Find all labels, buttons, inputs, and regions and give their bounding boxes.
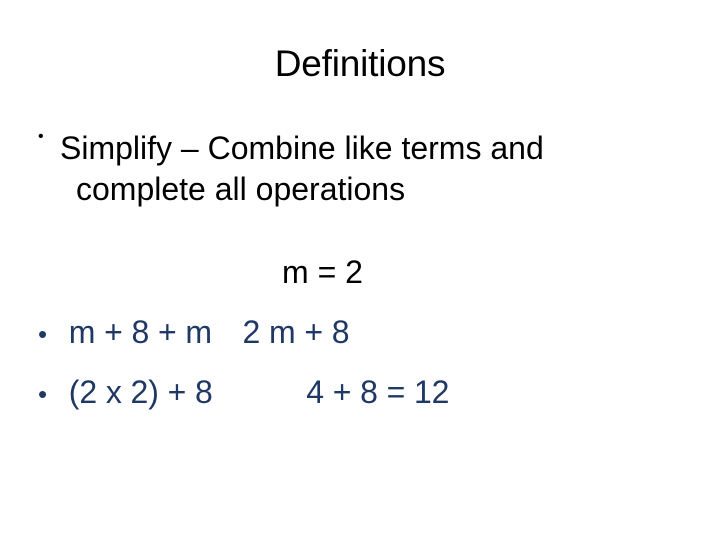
bullet-simplify-line-2: complete all operations <box>76 171 406 207</box>
bullet-dot-icon: • <box>38 379 48 409</box>
equation-m-equals-2: m = 2 <box>282 254 363 290</box>
expression-left: m + 8 + m <box>68 314 212 350</box>
substitution-expression: (2 x 2) + 8 <box>68 374 213 410</box>
bullet-item-substitution: • (2 x 2) + 8 4 + 8 = 12 <box>38 372 449 415</box>
page-title: Definitions <box>274 43 446 84</box>
bullet-dot-icon: • <box>38 319 48 349</box>
bullet-dot-icon: • <box>38 128 44 145</box>
substitution-result: 4 + 8 = 12 <box>306 374 450 410</box>
bullet-simplify-line-1: Simplify – Combine like terms and <box>60 130 544 166</box>
bullet-item-simplify: • Simplify – Combine like terms and comp… <box>38 128 698 210</box>
expression-right: 2 m + 8 <box>242 314 350 350</box>
bullet-item-expression: • m + 8 + m 2 m + 8 <box>38 312 350 355</box>
slide-canvas: Definitions • Simplify – Combine like te… <box>0 0 720 540</box>
